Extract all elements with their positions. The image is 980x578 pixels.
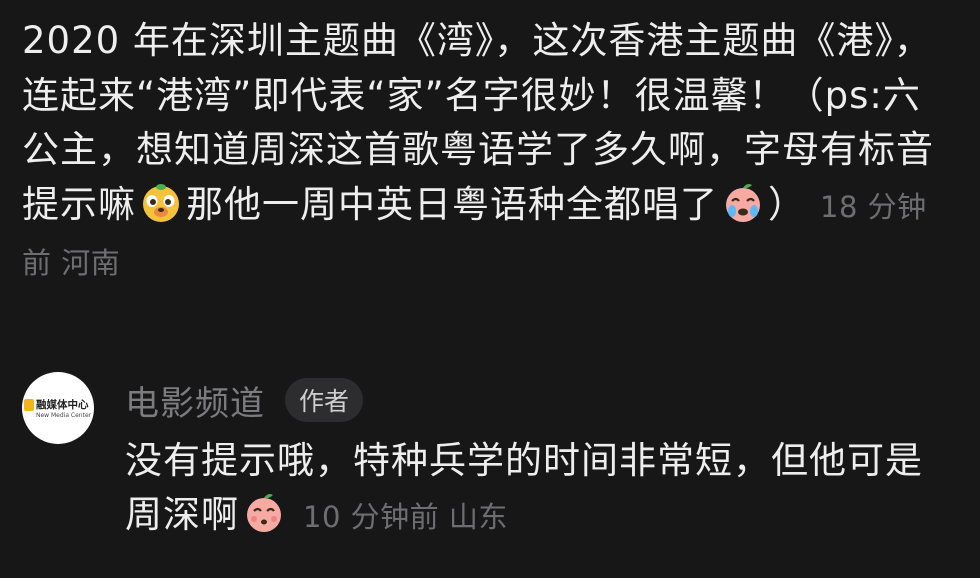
comment-body: 2020 年在深圳主题曲《湾》，这次香港主题曲《港》，连起来“港湾”即代表“家”… [22, 14, 942, 291]
shy-peach-emoji-icon [241, 489, 287, 535]
comment-location: 河南 [61, 246, 121, 280]
smirk-mole-emoji-icon [138, 179, 184, 225]
author-name[interactable]: 电影频道 [125, 376, 265, 425]
brand-cn: 融媒体中心 [36, 399, 89, 411]
author-badge: 作者 [285, 378, 364, 422]
crying-peach-emoji-icon [720, 179, 766, 225]
media-center-logo-icon: 融媒体中心 New Media Center [22, 372, 94, 444]
reply-time: 10 分钟前 [303, 500, 440, 534]
reply-meta: 10 分钟前 山东 [303, 500, 508, 534]
brand-mark [24, 399, 34, 411]
reply-location: 山东 [448, 500, 508, 534]
comment-text-end: ） [768, 182, 806, 226]
author-line: 电影频道 作者 [125, 372, 955, 428]
reply-body: 电影频道 作者 没有提示哦，特种兵学的时间非常短，但他可是周深啊 10 分钟前 … [125, 372, 955, 544]
comment-text-continued: 那他一周中英日粤语种全都唱了 [186, 182, 718, 226]
reply-text-block: 没有提示哦，特种兵学的时间非常短，但他可是周深啊 10 分钟前 山东 [125, 434, 955, 544]
avatar[interactable]: 融媒体中心 New Media Center [22, 372, 94, 444]
brand-en: New Media Center [36, 412, 92, 419]
